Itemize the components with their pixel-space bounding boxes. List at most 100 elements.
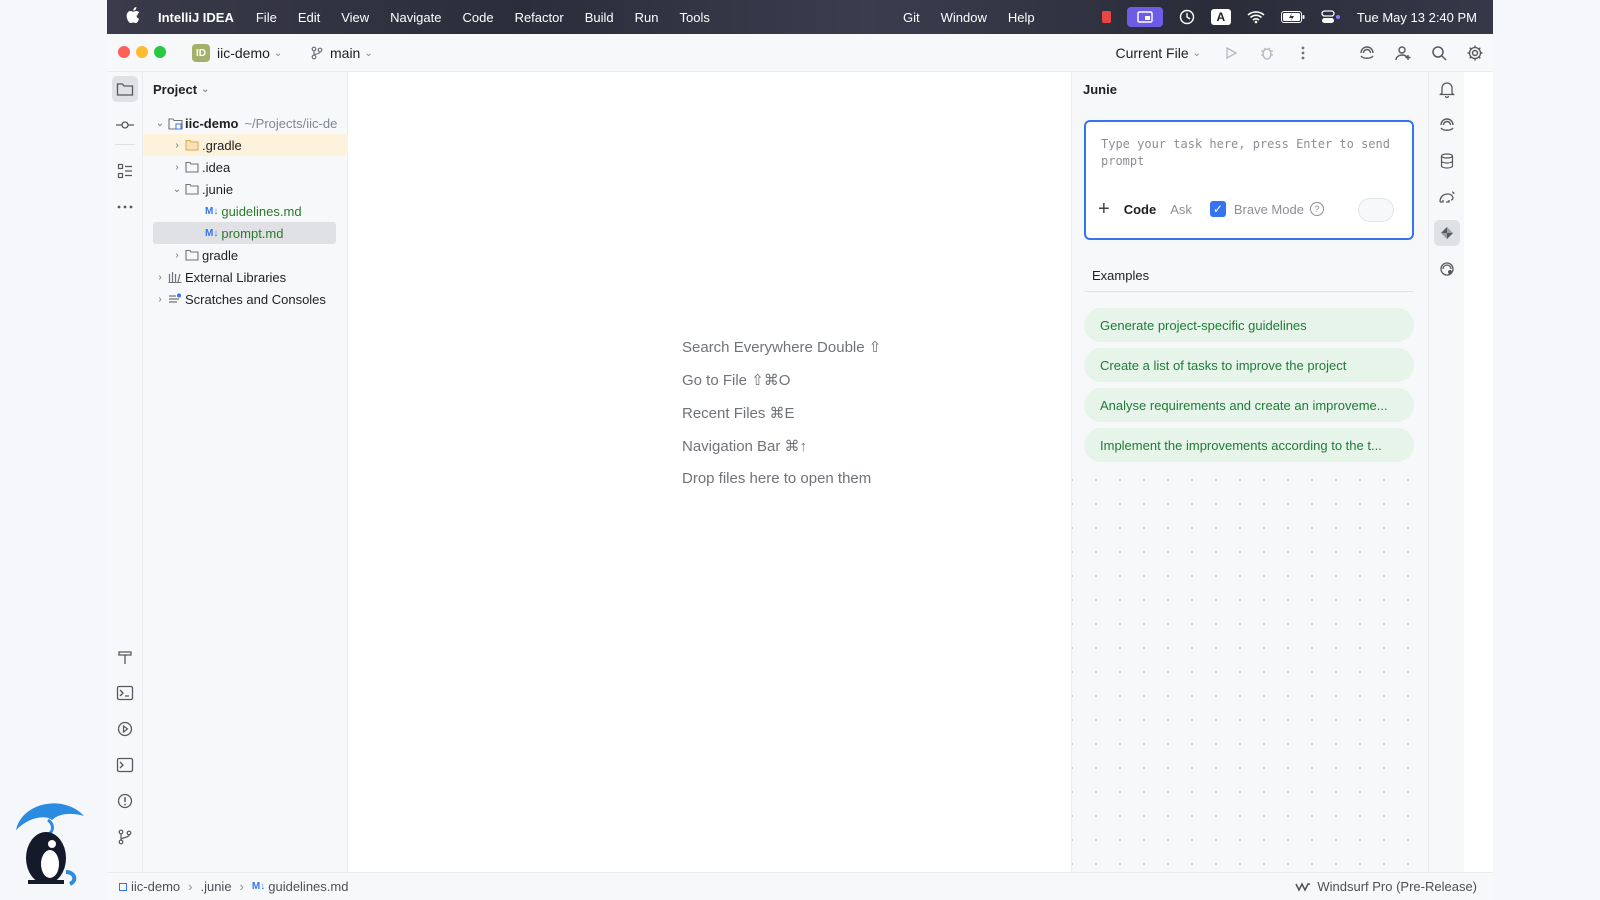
scratches-icon (167, 292, 183, 306)
run-configuration-selector[interactable]: Current File ⌄ (1115, 45, 1201, 61)
right-tool-window-bar (1428, 72, 1464, 872)
add-context-icon[interactable]: + (1098, 199, 1110, 219)
structure-icon[interactable] (112, 158, 138, 184)
divider (1084, 291, 1414, 292)
project-folder-icon[interactable] (112, 76, 138, 102)
menu-edit[interactable]: Edit (298, 10, 320, 25)
ai-chat-icon[interactable] (1434, 112, 1460, 138)
wifi-icon[interactable] (1247, 10, 1265, 24)
menu-build[interactable]: Build (585, 10, 614, 25)
git-icon[interactable] (112, 824, 138, 850)
services-icon[interactable] (112, 716, 138, 742)
project-tool-window: Project ⌄ ⌄ iic-demo ~/Projects/iic-de ›… (143, 72, 348, 872)
screen-share-icon[interactable] (1126, 7, 1163, 27)
menu-view[interactable]: View (341, 10, 369, 25)
terminal-run-icon[interactable] (112, 680, 138, 706)
more-tool-windows-icon[interactable] (112, 194, 138, 220)
example-button[interactable]: Create a list of tasks to improve the pr… (1084, 348, 1414, 382)
gradle-elephant-icon[interactable] (1434, 184, 1460, 210)
collapsed-arrow-icon[interactable]: › (170, 162, 184, 173)
macos-menu-bar: IntelliJ IDEA File Edit View Navigate Co… (107, 0, 1493, 34)
zoom-window-button[interactable] (154, 46, 166, 58)
commit-icon[interactable] (112, 112, 138, 138)
run-icon[interactable] (1219, 41, 1243, 65)
settings-gear-icon[interactable] (1463, 41, 1487, 65)
more-options-icon[interactable] (1291, 41, 1315, 65)
database-icon[interactable] (1434, 148, 1460, 174)
menu-run[interactable]: Run (635, 10, 659, 25)
timer-icon[interactable] (1179, 9, 1195, 25)
project-panel-header[interactable]: Project ⌄ (153, 82, 209, 97)
control-center-icon[interactable] (1321, 10, 1341, 24)
send-prompt-button[interactable] (1358, 198, 1394, 222)
battery-icon[interactable] (1280, 11, 1305, 23)
prompt-input[interactable]: Type your task here, press Enter to send… (1101, 136, 1391, 170)
tree-item-guidelines-md[interactable]: M↓ guidelines.md (143, 200, 348, 222)
tree-item-gradle-hidden[interactable]: › .gradle (143, 134, 348, 156)
tree-item-root[interactable]: ⌄ iic-demo ~/Projects/iic-de (143, 112, 348, 134)
markdown-icon: M↓ (251, 881, 266, 892)
copilot-icon[interactable] (1434, 256, 1460, 282)
minimize-window-button[interactable] (136, 46, 148, 58)
ai-assistant-icon[interactable] (1355, 41, 1379, 65)
breadcrumb-item[interactable]: iic-demo (131, 879, 180, 894)
debug-icon[interactable] (1255, 41, 1279, 65)
branch-switcher[interactable]: main ⌄ (310, 43, 373, 63)
collapsed-arrow-icon[interactable]: › (170, 250, 184, 261)
menu-file[interactable]: File (256, 10, 277, 25)
expanded-arrow-icon[interactable]: ⌄ (153, 118, 167, 129)
menu-git[interactable]: Git (903, 10, 920, 25)
editor-area[interactable]: Search Everywhere Double ⇧ Go to File ⇧⌘… (348, 72, 1071, 872)
expanded-arrow-icon[interactable]: ⌄ (170, 184, 184, 195)
junie-prompt-box[interactable]: Type your task here, press Enter to send… (1084, 120, 1414, 240)
windsurf-status-widget[interactable]: Windsurf Pro (Pre-Release) (1295, 879, 1477, 894)
project-switcher[interactable]: ID iic-demo ⌄ (192, 43, 282, 63)
menu-help[interactable]: Help (1008, 10, 1035, 25)
terminal-icon[interactable] (112, 752, 138, 778)
module-folder-icon (167, 116, 183, 130)
mode-ask-tab[interactable]: Ask (1170, 202, 1192, 217)
menu-tools[interactable]: Tools (679, 10, 709, 25)
chevron-down-icon: ⌄ (1192, 47, 1201, 59)
close-window-button[interactable] (118, 46, 130, 58)
breadcrumb-item[interactable]: .junie (200, 879, 231, 894)
project-badge: ID (192, 44, 210, 62)
notifications-bell-icon[interactable] (1434, 76, 1460, 102)
problems-icon[interactable] (112, 788, 138, 814)
search-icon[interactable] (1427, 41, 1451, 65)
collapsed-arrow-icon[interactable]: › (153, 272, 167, 283)
tree-item-gradle[interactable]: › gradle (143, 244, 348, 266)
menu-refactor[interactable]: Refactor (515, 10, 564, 25)
menu-window[interactable]: Window (941, 10, 987, 25)
help-icon[interactable]: ? (1309, 202, 1324, 216)
tree-item-junie[interactable]: ⌄ .junie (143, 178, 348, 200)
menu-clock[interactable]: Tue May 13 2:40 PM (1357, 10, 1477, 25)
menu-app-name[interactable]: IntelliJ IDEA (158, 10, 234, 25)
apple-icon[interactable] (126, 7, 146, 27)
collapsed-arrow-icon[interactable]: › (153, 294, 167, 305)
brave-mode-checkbox[interactable]: ✓ (1209, 201, 1226, 217)
tree-item-external-libraries[interactable]: › External Libraries (143, 266, 348, 288)
tree-item-prompt-md[interactable]: M↓ prompt.md (153, 222, 336, 244)
menu-navigate[interactable]: Navigate (390, 10, 441, 25)
input-source-icon[interactable]: A (1210, 9, 1231, 25)
ide-window: ID iic-demo ⌄ main ⌄ Current File ⌄ Proj… (107, 34, 1493, 900)
windsurf-icon (1295, 881, 1311, 892)
junie-panel-top: Junie Type your task here, press Enter t… (1072, 72, 1429, 462)
example-button[interactable]: Generate project-specific guidelines (1084, 308, 1414, 342)
folder-icon (184, 248, 200, 262)
mode-code-tab[interactable]: Code (1124, 202, 1157, 217)
recording-icon[interactable] (1101, 11, 1111, 23)
collapsed-arrow-icon[interactable]: › (170, 140, 184, 151)
build-hammer-icon[interactable] (112, 644, 138, 670)
tree-item-label: guidelines.md (221, 203, 302, 219)
breadcrumb-item[interactable]: guidelines.md (268, 879, 348, 894)
example-button[interactable]: Analyse requirements and create an impro… (1084, 388, 1414, 422)
junie-icon[interactable] (1434, 220, 1460, 246)
add-user-icon[interactable] (1391, 41, 1415, 65)
run-configuration-label: Current File (1115, 45, 1189, 61)
example-button[interactable]: Implement the improvements according to … (1084, 428, 1414, 462)
tree-item-idea[interactable]: › .idea (143, 156, 348, 178)
tree-item-scratches[interactable]: › Scratches and Consoles (143, 288, 348, 310)
menu-code[interactable]: Code (462, 10, 493, 25)
